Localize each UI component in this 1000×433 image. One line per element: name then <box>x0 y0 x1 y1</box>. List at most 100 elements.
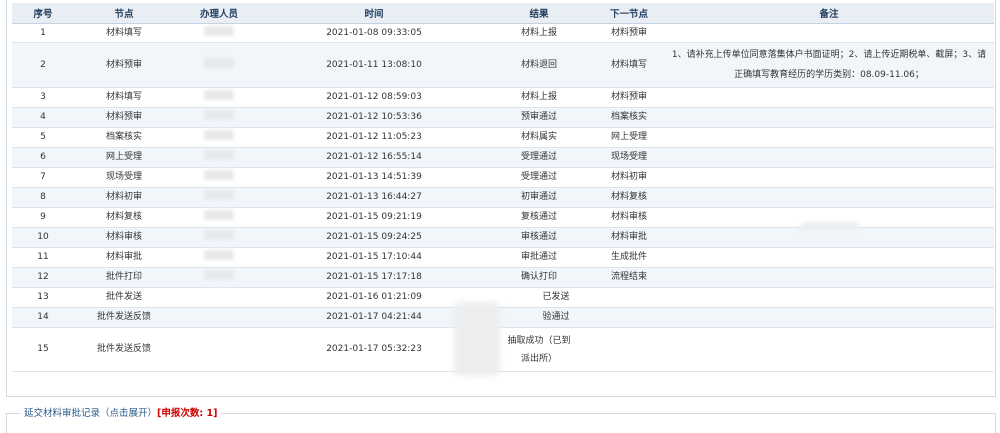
header-next-node: 下一节点 <box>594 3 664 24</box>
cell-no: 9 <box>12 207 74 228</box>
cell-result: 材料上报 <box>484 23 594 43</box>
cell-result: 材料上报 <box>484 87 594 108</box>
cell-remark <box>664 247 994 268</box>
redacted-handler <box>204 25 234 36</box>
redacted-handler <box>204 270 234 280</box>
footer-border-right <box>995 413 996 433</box>
cell-handler <box>174 107 264 128</box>
process-record-table: 序号 节点 办理人员 时间 结果 下一节点 备注 1 材料填写 2021-01-… <box>12 3 994 372</box>
cell-result: 受理通过 <box>484 147 594 168</box>
cell-remark <box>664 107 994 128</box>
cell-remark <box>664 147 994 168</box>
cell-next-node: 材料预审 <box>594 87 664 108</box>
cell-node: 批件打印 <box>74 267 174 288</box>
cell-next-node: 现场受理 <box>594 147 664 168</box>
cell-handler <box>174 167 264 188</box>
cell-node: 材料审批 <box>74 247 174 268</box>
cell-next-node: 材料初审 <box>594 167 664 188</box>
table-row: 12 批件打印 2021-01-15 17:17:18 确认打印 流程结束 <box>12 267 994 288</box>
cell-node: 档案核实 <box>74 127 174 148</box>
redacted-handler <box>204 90 234 100</box>
cell-handler <box>174 147 264 168</box>
redaction-blur <box>454 302 500 376</box>
cell-node: 材料预审 <box>74 107 174 128</box>
cell-node: 材料填写 <box>74 87 174 108</box>
cell-time: 2021-01-12 16:55:14 <box>264 147 484 168</box>
cell-remark <box>664 267 994 288</box>
submission-count: [申报次数: 1] <box>157 408 218 419</box>
header-remark: 备注 <box>664 3 994 24</box>
header-handler: 办理人员 <box>174 3 264 24</box>
expand-record-label[interactable]: 延交材料审批记录（点击展开） <box>24 408 157 419</box>
table-row: 6 网上受理 2021-01-12 16:55:14 受理通过 现场受理 <box>12 147 994 168</box>
cell-result: 确认打印 <box>484 267 594 288</box>
cell-result: 已发送 <box>484 287 594 308</box>
table-row: 7 现场受理 2021-01-13 14:51:39 受理通过 材料初审 <box>12 167 994 188</box>
cell-next-node: 材料复核 <box>594 187 664 208</box>
cell-node: 材料预审 <box>74 42 174 88</box>
table-row: 14 批件发送反馈 2021-01-17 04:21:44 验通过 <box>12 307 994 328</box>
cell-no: 4 <box>12 107 74 128</box>
cell-time: 2021-01-15 09:24:25 <box>264 227 484 248</box>
cell-node: 批件发送反馈 <box>74 327 174 372</box>
table-row: 1 材料填写 2021-01-08 09:33:05 材料上报 材料预审 <box>12 23 994 43</box>
cell-node: 材料初审 <box>74 187 174 208</box>
cell-next-node: 材料预审 <box>594 23 664 43</box>
cell-result: 初审通过 <box>484 187 594 208</box>
cell-node: 现场受理 <box>74 167 174 188</box>
cell-node: 批件发送反馈 <box>74 307 174 328</box>
cell-remark <box>664 187 994 208</box>
redacted-handler <box>204 190 234 200</box>
cell-no: 7 <box>12 167 74 188</box>
cell-handler <box>174 247 264 268</box>
cell-node: 材料填写 <box>74 23 174 43</box>
table-row: 13 批件发送 2021-01-16 01:21:09 已发送 <box>12 287 994 308</box>
cell-time: 2021-01-15 17:17:18 <box>264 267 484 288</box>
redacted-handler <box>204 130 234 140</box>
cell-handler <box>174 267 264 288</box>
table-row: 5 档案核实 2021-01-12 11:05:23 材料属实 网上受理 <box>12 127 994 148</box>
cell-no: 1 <box>12 23 74 43</box>
cell-handler <box>174 87 264 108</box>
cell-time: 2021-01-16 01:21:09 <box>264 287 484 308</box>
cell-node: 材料复核 <box>74 207 174 228</box>
cell-no: 5 <box>12 127 74 148</box>
cell-time: 2021-01-15 09:21:19 <box>264 207 484 228</box>
cell-time: 2021-01-08 09:33:05 <box>264 23 484 43</box>
cell-result: 受理通过 <box>484 167 594 188</box>
cell-next-node: 材料审批 <box>594 227 664 248</box>
header-node: 节点 <box>74 3 174 24</box>
cell-time: 2021-01-17 04:21:44 <box>264 307 484 328</box>
cell-remark <box>664 167 994 188</box>
cell-handler <box>174 287 264 308</box>
redacted-handler <box>204 250 234 260</box>
cell-result: 抽取成功（已到派出所） <box>484 327 594 372</box>
cell-time: 2021-01-13 16:44:27 <box>264 187 484 208</box>
cell-remark <box>664 23 994 43</box>
footer-border-left <box>6 413 7 433</box>
header-result: 结果 <box>484 3 594 24</box>
cell-result: 材料退回 <box>484 42 594 88</box>
redacted-handler <box>204 230 234 240</box>
cell-next-node: 材料填写 <box>594 42 664 88</box>
cell-handler <box>174 327 264 372</box>
cell-no: 14 <box>12 307 74 328</box>
cell-remark <box>664 287 994 308</box>
cell-next-node <box>594 307 664 328</box>
cell-time: 2021-01-12 08:59:03 <box>264 87 484 108</box>
cell-time: 2021-01-15 17:10:44 <box>264 247 484 268</box>
cell-next-node: 材料审核 <box>594 207 664 228</box>
table-row: 4 材料预审 2021-01-12 10:53:36 预审通过 档案核实 <box>12 107 994 128</box>
redacted-handler <box>204 210 234 220</box>
table-row: 3 材料填写 2021-01-12 08:59:03 材料上报 材料预审 <box>12 87 994 108</box>
cell-result: 复核通过 <box>484 207 594 228</box>
cell-no: 13 <box>12 287 74 308</box>
cell-no: 10 <box>12 227 74 248</box>
cell-next-node: 流程结束 <box>594 267 664 288</box>
cell-remark: 1、请补充上传单位同意落集体户书面证明；2、请上传近期税单、截屏；3、请正确填写… <box>664 42 994 88</box>
cell-time: 2021-01-11 13:08:10 <box>264 42 484 88</box>
expand-record-link[interactable]: 延交材料审批记录（点击展开）[申报次数: 1] <box>20 405 222 419</box>
cell-result: 审核通过 <box>484 227 594 248</box>
cell-no: 2 <box>12 42 74 88</box>
table-row: 8 材料初审 2021-01-13 16:44:27 初审通过 材料复核 <box>12 187 994 208</box>
